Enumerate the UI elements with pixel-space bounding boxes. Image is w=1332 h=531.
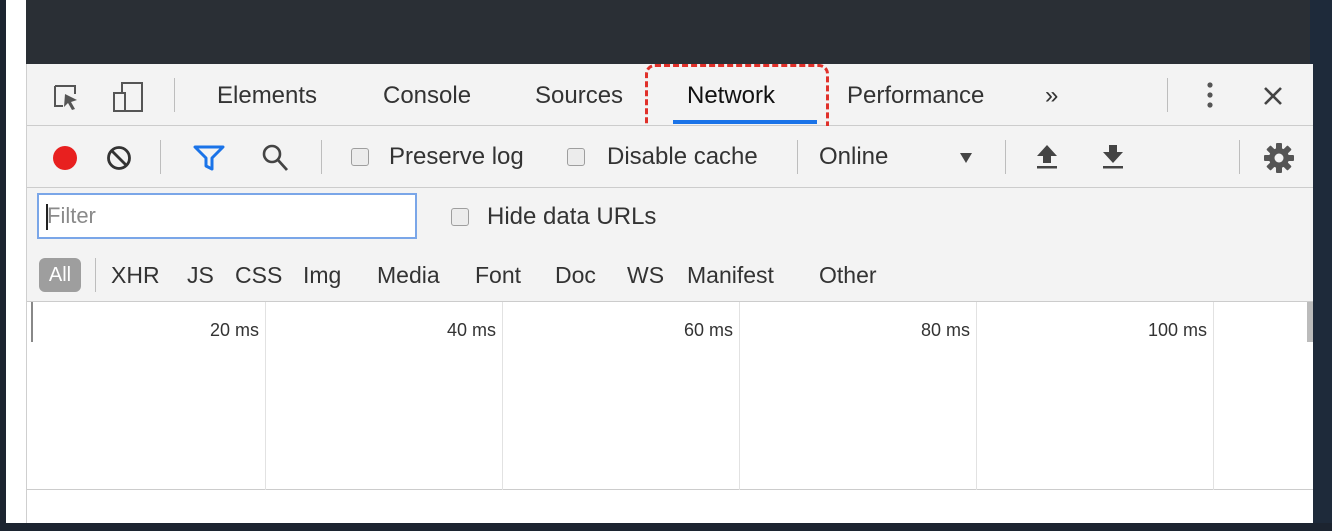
hide-data-urls-label: Hide data URLs [487,203,657,230]
text-caret [46,204,48,230]
preserve-log-label: Preserve log [389,143,524,170]
timeline-gridline [1213,302,1214,490]
separator [160,140,161,174]
tab-bar: Elements Console Sources Network Perform… [27,64,1313,140]
separator [1005,140,1006,174]
timeline-tick-label: 60 ms [683,320,733,340]
filter-icon[interactable] [193,144,225,172]
left-border [0,0,6,531]
type-filter-other[interactable]: Other [819,260,877,290]
timeline-tick-label: 80 ms [920,320,970,340]
settings-gear-icon[interactable] [1263,142,1295,174]
more-tabs-icon[interactable]: » [1045,81,1058,111]
kebab-menu-icon[interactable] [1203,80,1217,110]
timeline-gridline [265,302,266,490]
timeline-tick-label: 100 ms [1147,320,1207,340]
filter-row: Hide data URLs [27,188,1313,248]
type-filter-ws[interactable]: WS [627,260,664,290]
separator [95,258,96,292]
separator [321,140,322,174]
tab-console[interactable]: Console [383,81,471,111]
separator [1239,140,1240,174]
tab-elements[interactable]: Elements [217,81,317,111]
disable-cache-label: Disable cache [607,143,758,170]
search-icon[interactable] [261,143,289,173]
disable-cache-checkbox[interactable] [567,148,585,166]
type-filter-css[interactable]: CSS [235,260,282,290]
timeline-gridline [739,302,740,490]
network-toolbar: Preserve log Disable cache Online [27,126,1313,188]
type-filter-js[interactable]: JS [187,260,214,290]
clear-icon[interactable] [105,144,133,172]
window-top-bar [0,0,1332,64]
type-filter-img[interactable]: Img [303,260,341,290]
bottom-border [0,523,1332,531]
timeline-scrollbar[interactable] [1307,302,1313,342]
timeline-tick-label: 40 ms [446,320,496,340]
right-border [1310,0,1332,531]
timeline-left-handle[interactable] [31,302,33,342]
requests-area [27,490,1313,523]
network-timeline: 20 ms 40 ms 60 ms 80 ms 100 ms [27,302,1313,490]
filter-input[interactable] [37,193,417,239]
type-filter-xhr[interactable]: XHR [111,260,160,290]
inspect-element-icon[interactable] [51,82,81,112]
dropdown-arrow-icon[interactable] [959,152,973,164]
type-filter-manifest[interactable]: Manifest [687,260,774,290]
import-har-icon[interactable] [1035,142,1059,170]
resource-type-filters: All XHR JS CSS Img Media Font Doc WS Man… [27,248,1313,302]
separator [797,140,798,174]
tab-performance[interactable]: Performance [847,81,984,111]
timeline-gridline [976,302,977,490]
separator [1167,78,1168,112]
close-icon[interactable] [1261,84,1285,108]
screen: Elements Console Sources Network Perform… [0,0,1332,531]
tab-sources[interactable]: Sources [535,81,623,111]
devtools-panel: Elements Console Sources Network Perform… [26,64,1313,523]
export-har-icon[interactable] [1101,142,1125,170]
type-filter-doc[interactable]: Doc [555,260,596,290]
throttling-select[interactable]: Online [819,142,888,172]
timeline-gridline [502,302,503,490]
hide-data-urls-checkbox[interactable] [451,208,469,226]
type-filter-font[interactable]: Font [475,260,521,290]
type-filter-media[interactable]: Media [377,260,440,290]
timeline-tick-label: 20 ms [209,320,259,340]
record-icon[interactable] [51,144,79,172]
separator [174,78,175,112]
type-filter-all[interactable]: All [39,258,81,292]
device-toolbar-icon[interactable] [111,80,145,114]
preserve-log-checkbox[interactable] [351,148,369,166]
